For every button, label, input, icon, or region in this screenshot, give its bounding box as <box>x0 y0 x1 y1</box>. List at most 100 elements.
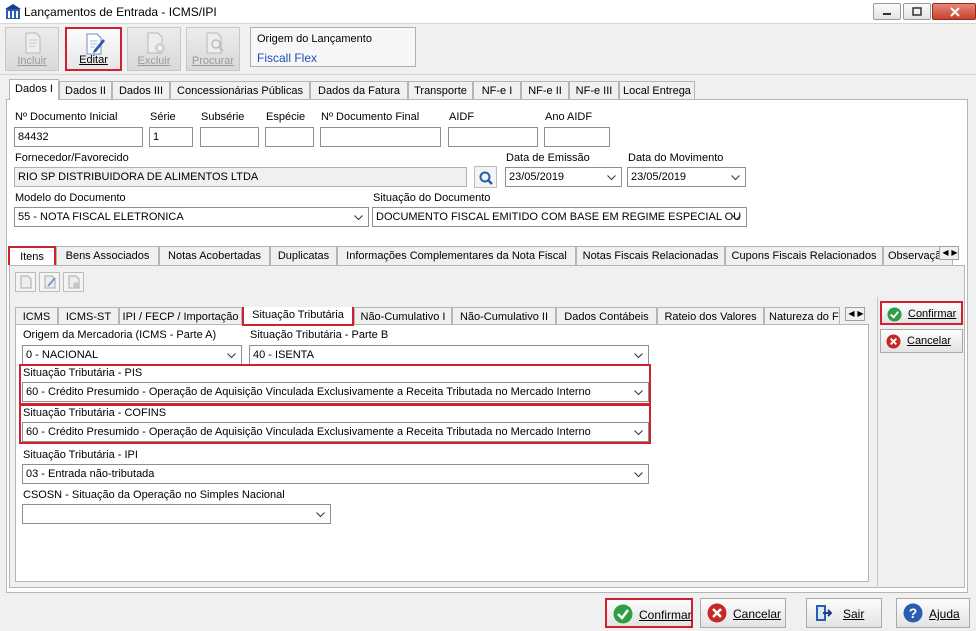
origem-mercadoria-label: Origem da Mercadoria (ICMS - Parte A) <box>23 329 217 341</box>
sair-button[interactable]: Sair <box>806 598 882 628</box>
especie-field[interactable] <box>265 127 314 147</box>
ano-aidf-label: Ano AIDF <box>545 111 593 123</box>
tab-transporte[interactable]: Transporte <box>408 81 473 100</box>
tab-itens[interactable]: Itens <box>8 246 56 265</box>
minimize-button[interactable] <box>873 3 901 20</box>
tab-dados-ii[interactable]: Dados II <box>59 81 112 100</box>
scroll-right-icon[interactable]: ▶ <box>856 309 865 318</box>
modelo-label: Modelo do Documento <box>15 192 126 204</box>
close-button[interactable] <box>932 3 976 20</box>
serie-field[interactable]: 1 <box>149 127 193 147</box>
data-emissao-value: 23/05/2019 <box>509 171 565 183</box>
pis-value: 60 - Crédito Presumido - Operação de Aqu… <box>26 386 591 398</box>
chevron-down-icon <box>731 175 740 181</box>
magnifier-icon <box>479 171 493 185</box>
minimize-icon <box>883 13 891 15</box>
fornecedor-field[interactable]: RIO SP DISTRIBUIDORA DE ALIMENTOS LTDA <box>14 167 467 187</box>
tab-local-entrega[interactable]: Local Entrega <box>619 81 695 100</box>
chevron-down-icon <box>316 512 325 518</box>
tab-nfe-i[interactable]: NF-e I <box>473 81 521 100</box>
tab-cupons-fiscais[interactable]: Cupons Fiscais Relacionados <box>725 246 883 265</box>
tab-nfe-ii[interactable]: NF-e II <box>521 81 569 100</box>
data-emissao-field[interactable]: 23/05/2019 <box>505 167 622 187</box>
item-new-button[interactable] <box>15 272 36 292</box>
scroll-left-icon[interactable]: ◀ <box>847 309 856 318</box>
tab-dados-iii[interactable]: Dados III <box>112 81 170 100</box>
parte-b-select[interactable]: 40 - ISENTA <box>249 345 649 365</box>
ipi-select[interactable]: 03 - Entrada não-tributada <box>22 464 649 484</box>
edit-document-icon <box>86 33 105 55</box>
data-movimento-label: Data do Movimento <box>628 152 724 164</box>
doc-inicial-field[interactable]: 84432 <box>14 127 143 147</box>
excluir-label: Excluir <box>137 55 171 67</box>
fornecedor-search-button[interactable] <box>474 166 497 188</box>
side-cancelar-button[interactable]: Cancelar <box>880 329 963 353</box>
tab-dados-i[interactable]: Dados I <box>9 79 59 100</box>
close-icon <box>950 7 960 17</box>
tab-notas-fiscais-relacionadas[interactable]: Notas Fiscais Relacionadas <box>576 246 725 265</box>
help-icon: ? <box>903 603 923 623</box>
cancel-icon <box>886 334 901 349</box>
scroll-left-icon[interactable]: ◀ <box>941 248 950 257</box>
ipi-label: Situação Tributária - IPI <box>23 449 138 461</box>
chevron-down-icon <box>354 215 363 221</box>
tab-situacao-tributaria[interactable]: Situação Tributária <box>242 307 354 326</box>
confirmar-button[interactable]: Confirmar <box>605 598 693 628</box>
side-cancelar-label: Cancelar <box>907 335 952 347</box>
situacao-doc-select[interactable]: DOCUMENTO FISCAL EMITIDO COM BASE EM REG… <box>372 207 747 227</box>
ajuda-label: Ajuda <box>929 607 960 621</box>
tab-notas-acobertadas[interactable]: Notas Acobertadas <box>159 246 270 265</box>
situacao-doc-label: Situação do Documento <box>373 192 491 204</box>
maximize-button[interactable] <box>903 3 931 20</box>
editar-button[interactable]: Editar <box>65 27 122 71</box>
scroll-right-icon[interactable]: ▶ <box>950 248 959 257</box>
title-bar: Lançamentos de Entrada - ICMS/IPI <box>0 0 976 24</box>
origem-mercadoria-select[interactable]: 0 - NACIONAL <box>22 345 242 365</box>
incluir-button[interactable]: Incluir <box>5 27 59 71</box>
chevron-down-icon <box>634 353 643 359</box>
item-edit-button[interactable] <box>39 272 60 292</box>
procurar-label: Procurar <box>191 55 235 67</box>
edit-item-icon <box>44 275 56 289</box>
cancel-icon <box>707 603 727 623</box>
tab-dados-fatura[interactable]: Dados da Fatura <box>310 81 408 100</box>
inner-tabs-scroll[interactable]: ◀ ▶ <box>845 307 865 321</box>
maximize-icon <box>912 7 922 16</box>
excluir-button[interactable]: Excluir <box>127 27 181 71</box>
svg-text:?: ? <box>909 605 918 621</box>
search-document-icon <box>206 32 224 54</box>
procurar-button[interactable]: Procurar <box>186 27 240 71</box>
doc-final-field[interactable] <box>320 127 441 147</box>
side-confirmar-button[interactable]: Confirmar <box>880 301 963 325</box>
chevron-down-icon <box>634 472 643 478</box>
tab-nfe-iii[interactable]: NF-e III <box>569 81 619 100</box>
aidf-field[interactable] <box>448 127 538 147</box>
tab-duplicatas[interactable]: Duplicatas <box>270 246 337 265</box>
serie-label: Série <box>150 111 176 123</box>
item-delete-button[interactable] <box>63 272 84 292</box>
origem-lancamento-box: Origem do Lançamento Fiscall Flex <box>250 27 416 67</box>
ajuda-button[interactable]: ? Ajuda <box>896 598 970 628</box>
pis-select[interactable]: 60 - Crédito Presumido - Operação de Aqu… <box>22 382 649 402</box>
csosn-label: CSOSN - Situação da Operação no Simples … <box>23 489 285 501</box>
mid-tabs-scroll[interactable]: ◀ ▶ <box>939 246 959 260</box>
csosn-select[interactable] <box>22 504 331 524</box>
sair-label: Sair <box>843 607 865 621</box>
chevron-down-icon <box>634 390 643 396</box>
cancelar-button[interactable]: Cancelar <box>700 598 786 628</box>
subserie-field[interactable] <box>200 127 259 147</box>
tab-informacoes-complementares[interactable]: Informações Complementares da Nota Fisca… <box>337 246 576 265</box>
mid-tabs: Itens Bens Associados Notas Acobertadas … <box>8 246 953 265</box>
tab-bens-associados[interactable]: Bens Associados <box>56 246 159 265</box>
chevron-down-icon <box>227 353 236 359</box>
modelo-value: 55 - NOTA FISCAL ELETRONICA <box>18 211 184 223</box>
aidf-label: AIDF <box>449 111 475 123</box>
cancelar-label: Cancelar <box>733 607 782 621</box>
ano-aidf-field[interactable] <box>544 127 610 147</box>
data-movimento-field[interactable]: 23/05/2019 <box>627 167 746 187</box>
parte-b-value: 40 - ISENTA <box>253 349 314 361</box>
tab-concessionarias[interactable]: Concessionárias Públicas <box>170 81 310 100</box>
modelo-select[interactable]: 55 - NOTA FISCAL ELETRONICA <box>14 207 369 227</box>
especie-label: Espécie <box>266 111 306 123</box>
cofins-select[interactable]: 60 - Crédito Presumido - Operação de Aqu… <box>22 422 649 442</box>
